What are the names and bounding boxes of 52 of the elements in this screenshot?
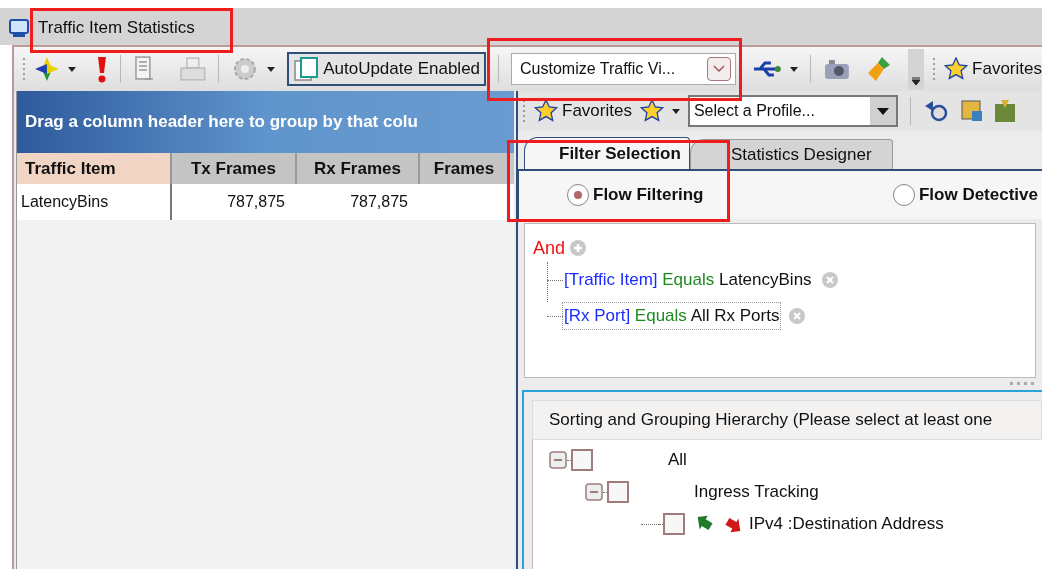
collapse-icon[interactable] (585, 483, 603, 501)
checkbox[interactable] (571, 449, 593, 471)
tree-item-label[interactable]: Ingress Tracking (694, 479, 819, 505)
window-icon (293, 56, 320, 82)
load-icon[interactable] (992, 98, 1015, 124)
splitter-grip-icon[interactable] (1010, 382, 1034, 386)
view-dropdown[interactable]: Customize Traffic Vi... (511, 53, 736, 85)
column-header[interactable]: Frames (420, 153, 510, 184)
radio-button[interactable] (892, 184, 915, 206)
radio-button[interactable] (567, 184, 589, 206)
star-icon (639, 99, 664, 123)
tree-item-label[interactable]: All (668, 447, 687, 473)
camera-icon[interactable] (822, 57, 851, 81)
autoupdate-button[interactable]: AutoUpdate Enabled (287, 52, 487, 86)
caret-icon[interactable] (671, 108, 680, 114)
star-icon (944, 57, 969, 81)
profile-select[interactable]: Select a Profile... (687, 95, 898, 127)
favorites-button[interactable]: Favorites (944, 56, 1042, 82)
caret-icon[interactable] (267, 66, 276, 72)
checkbox[interactable] (663, 513, 685, 535)
exclamation-icon[interactable] (95, 55, 108, 83)
collapse-icon[interactable] (549, 451, 567, 469)
monitor-icon (8, 18, 30, 38)
radio-option[interactable]: Flow Filtering (567, 182, 704, 208)
overflow-icon[interactable] (908, 49, 925, 89)
caret-icon[interactable] (789, 66, 798, 72)
caret-icon[interactable] (67, 66, 76, 72)
gripper-icon (932, 56, 937, 82)
operator-label[interactable]: And (533, 234, 566, 262)
table-cell-text: 787,875 (349, 192, 409, 212)
filter-condition[interactable]: [Rx Port] Equals All Rx Ports (563, 303, 781, 329)
column-header[interactable]: Traffic Item (17, 153, 172, 184)
column-header[interactable]: Rx Frames (297, 153, 420, 184)
gripper-icon (22, 56, 26, 82)
column-header[interactable]: Tx Frames (172, 153, 297, 184)
gripper-icon (522, 98, 526, 124)
table-cell: LatencyBins (17, 184, 172, 220)
favorites-button[interactable]: Favorites (534, 98, 632, 124)
filter-condition[interactable]: [Traffic Item] Equals LatencyBins (563, 267, 813, 293)
radio-option[interactable]: Flow Detective (892, 182, 1038, 208)
tab[interactable]: Statistics Designer (689, 139, 893, 169)
group-by-bar: Drag a column header here to group by that colu (17, 91, 514, 153)
tree-item-label[interactable]: IPv4 :Destination Address (749, 511, 944, 537)
checkbox[interactable] (607, 481, 629, 503)
star-icon (534, 99, 558, 123)
compass-icon[interactable] (33, 56, 60, 82)
hierarchy-header: Sorting and Grouping Hierarchy (Please select at least one (532, 400, 1042, 440)
table-cell-text: 787,875 (226, 192, 286, 212)
document-icon[interactable] (132, 55, 155, 83)
tab[interactable]: Filter Selection (524, 137, 690, 169)
usb-icon[interactable] (751, 59, 782, 79)
save-icon[interactable] (958, 98, 985, 124)
